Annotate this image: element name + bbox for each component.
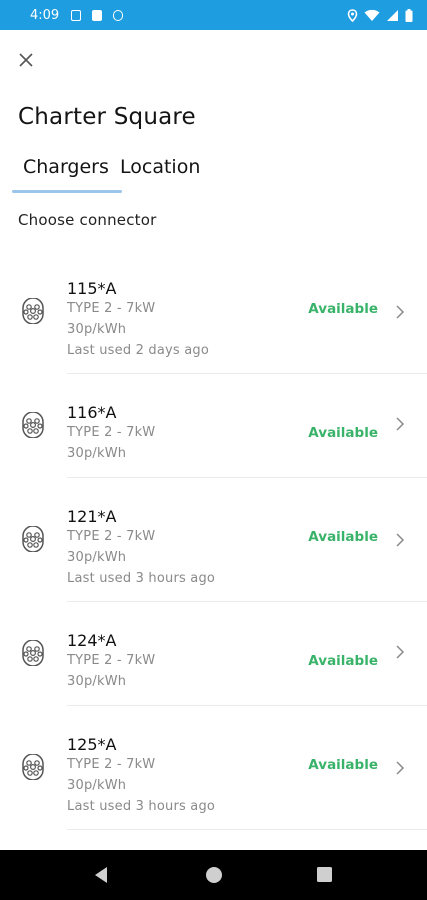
row-divider [67, 705, 427, 706]
status-badge: Available [308, 757, 378, 773]
row-divider [67, 601, 427, 602]
font-icon [71, 9, 82, 21]
charger-name: 125*A [67, 735, 117, 754]
tab-bar: Chargers Location [0, 152, 427, 194]
charger-row-115a[interactable]: 115*A TYPE 2 - 7kW 30p/kWh Last used 2 d… [0, 264, 427, 374]
charger-row-116a[interactable]: 116*A TYPE 2 - 7kW 30p/kWh Available [0, 388, 427, 478]
charger-name: 116*A [67, 403, 117, 422]
charger-last-used: Last used 2 days ago [67, 343, 209, 358]
charger-row-124a[interactable]: 124*A TYPE 2 - 7kW 30p/kWh Available [0, 616, 427, 706]
charger-price: 30p/kWh [67, 778, 127, 793]
row-divider [67, 373, 427, 374]
system-nav-bar [0, 850, 427, 900]
type2-connector-icon [22, 640, 44, 666]
type2-connector-icon [22, 412, 44, 438]
tab-indicator [12, 190, 122, 193]
row-divider [67, 477, 427, 478]
type2-connector-icon [22, 754, 44, 780]
charger-price: 30p/kWh [67, 674, 127, 689]
battery-icon [405, 8, 413, 22]
database-icon [113, 9, 124, 21]
home-icon[interactable] [205, 866, 223, 884]
recents-icon[interactable] [316, 866, 333, 883]
status-right-icons [347, 8, 413, 22]
charger-name: 121*A [67, 507, 117, 526]
charger-last-used: Last used 3 hours ago [67, 799, 216, 814]
charger-type: TYPE 2 - 7kW [67, 757, 156, 772]
chevron-right-icon [396, 305, 405, 319]
charger-type: TYPE 2 - 7kW [67, 425, 156, 440]
type2-connector-icon [22, 298, 44, 324]
chevron-right-icon [396, 417, 405, 431]
tab-chargers[interactable]: Chargers [23, 156, 109, 178]
charger-row-121a[interactable]: 121*A TYPE 2 - 7kW 30p/kWh Last used 3 h… [0, 492, 427, 602]
page-title: Charter Square [18, 104, 196, 130]
status-badge: Available [308, 529, 378, 545]
charger-name: 124*A [67, 631, 117, 650]
location-icon [347, 8, 358, 22]
status-badge: Available [308, 425, 378, 441]
charger-price: 30p/kWh [67, 550, 127, 565]
charger-last-used: Last used 3 hours ago [67, 571, 216, 586]
choose-connector-label: Choose connector [18, 211, 157, 229]
close-button[interactable] [14, 48, 38, 72]
charger-row-125a[interactable]: 125*A TYPE 2 - 7kW 30p/kWh Last used 3 h… [0, 720, 427, 830]
charger-price: 30p/kWh [67, 322, 127, 337]
charger-name: 115*A [67, 279, 117, 298]
row-divider [67, 829, 427, 830]
charger-type: TYPE 2 - 7kW [67, 529, 156, 544]
signal-icon [387, 9, 398, 21]
status-bar: 4:09 [0, 0, 427, 30]
type2-connector-icon [22, 526, 44, 552]
tab-location[interactable]: Location [120, 156, 200, 178]
chevron-right-icon [396, 533, 405, 547]
wifi-icon [364, 9, 380, 21]
status-badge: Available [308, 653, 378, 669]
chevron-right-icon [396, 645, 405, 659]
status-badge: Available [308, 301, 378, 317]
charger-type: TYPE 2 - 7kW [67, 301, 156, 316]
charger-type: TYPE 2 - 7kW [67, 653, 156, 668]
charger-price: 30p/kWh [67, 446, 127, 461]
back-icon[interactable] [93, 866, 109, 884]
sim-card-icon [92, 9, 103, 21]
close-icon [19, 53, 33, 67]
chevron-right-icon [396, 761, 405, 775]
status-time: 4:09 [30, 7, 60, 23]
